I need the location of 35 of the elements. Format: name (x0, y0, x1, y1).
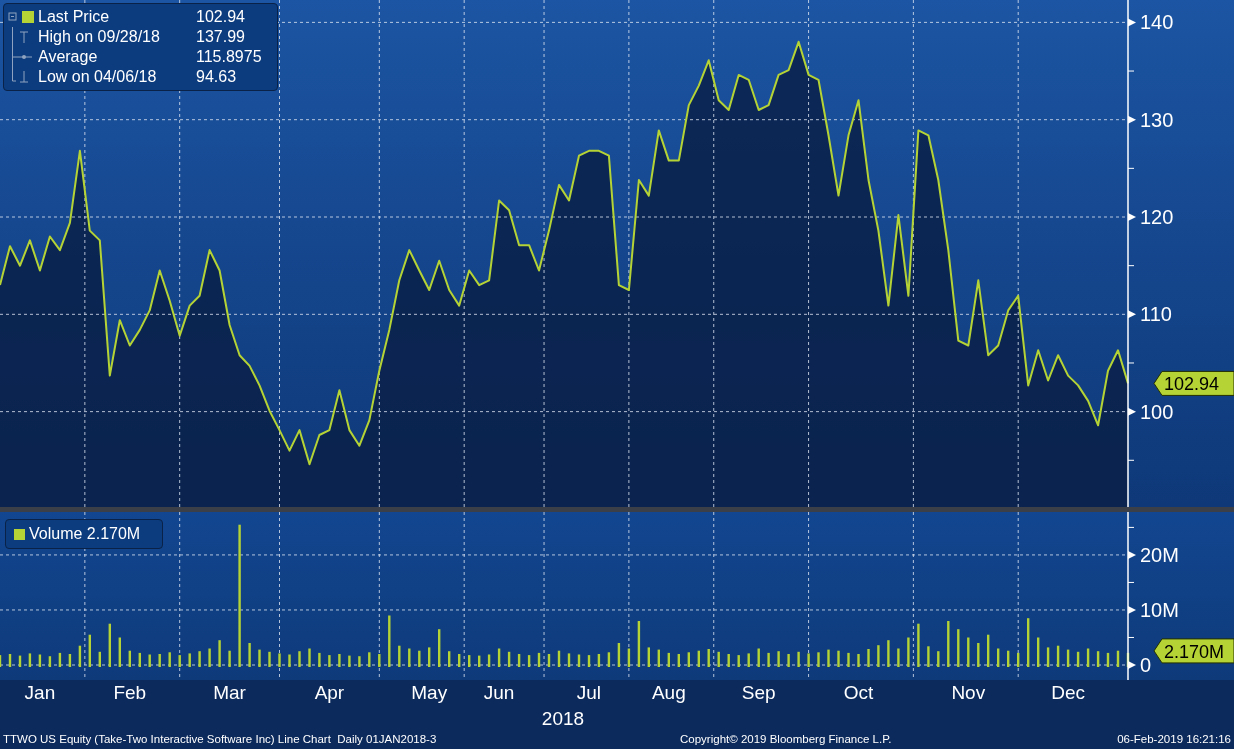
x-axis-label: Dec (1051, 682, 1085, 703)
y-axis-label: 20M (1140, 543, 1179, 566)
x-axis-label: Sep (741, 682, 776, 703)
x-axis-label: Apr (314, 682, 345, 703)
x-axis-label: Feb (113, 682, 147, 703)
legend-label: Low on 04/06/18 (38, 69, 158, 85)
x-axis-label: Oct (843, 682, 874, 703)
legend-label: Volume 2.170M (29, 524, 141, 544)
x-axis-label: Nov (951, 682, 986, 703)
x-axis-label: Jul (576, 682, 602, 703)
x-axis-label: Jan (24, 682, 56, 703)
footer-copyright: Copyright© 2019 Bloomberg Finance L.P. (679, 731, 893, 747)
last-price-tag: 102.94 (1153, 370, 1234, 396)
x-axis-label: May (411, 682, 448, 703)
legend-label: Last Price (38, 9, 111, 25)
y-axis-label: 110 (1140, 303, 1172, 326)
legend-value: 115.8975 (196, 49, 262, 65)
legend-value: 94.63 (196, 69, 237, 85)
footer-chart-info: TTWO US Equity (Take-Two Interactive Software Inc) Line Chart Daily 01JAN2018-3 (3, 731, 438, 747)
x-axis-title: 2018 (541, 708, 585, 729)
x-axis-label: Aug (651, 682, 686, 703)
legend-label: High on 09/28/18 (38, 29, 161, 45)
last-volume-tag: 2.170M (1153, 638, 1234, 664)
y-axis-label: 140 (1140, 11, 1174, 34)
y-axis-label: 130 (1140, 108, 1174, 131)
footer-timestamp: 06-Feb-2019 16:21:16 (1117, 731, 1231, 747)
y-axis-label: 10M (1140, 598, 1179, 621)
legend-value: 102.94 (196, 9, 245, 25)
y-axis-label: 0 (1140, 654, 1152, 676)
y-axis-label: 100 (1140, 400, 1174, 423)
x-axis-label: Mar (213, 682, 246, 703)
y-axis-label: 120 (1140, 206, 1174, 228)
legend-value: 137.99 (196, 29, 245, 45)
legend-label: Average (38, 49, 99, 65)
x-axis-label: Jun (483, 682, 515, 703)
